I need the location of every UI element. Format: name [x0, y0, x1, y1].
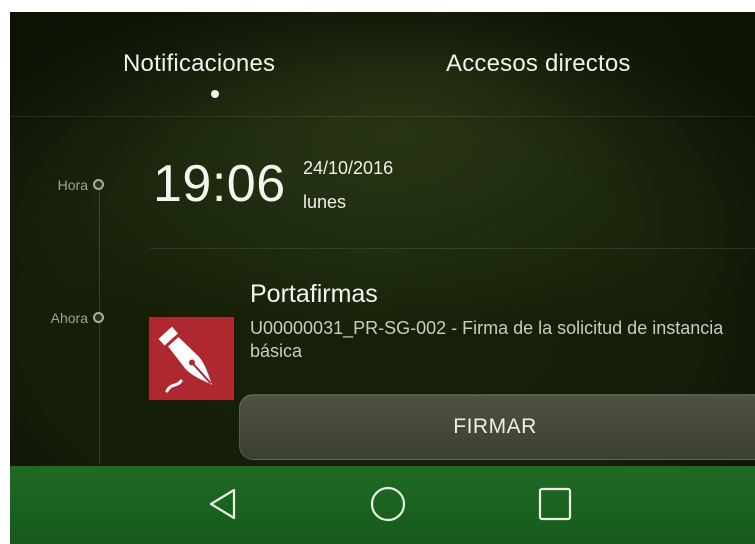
tab-notificaciones[interactable]: Notificaciones	[123, 50, 275, 78]
divider	[10, 116, 755, 117]
timeline-dot	[93, 312, 104, 323]
timeline-line	[99, 190, 100, 465]
active-tab-indicator	[211, 90, 219, 98]
clock-day: lunes	[303, 192, 347, 212]
recent-apps-icon[interactable]	[533, 482, 577, 526]
clock-time: 19:06	[153, 155, 286, 213]
home-icon[interactable]	[366, 482, 410, 526]
timeline-label-hora: Hora	[57, 177, 88, 193]
divider	[150, 248, 755, 249]
fountain-pen-icon[interactable]	[149, 317, 234, 400]
back-icon[interactable]	[201, 482, 245, 526]
firmar-button[interactable]: FIRMAR	[239, 394, 755, 460]
tab-accesos-directos[interactable]: Accesos directos	[446, 50, 631, 78]
firmar-button-label: FIRMAR	[453, 415, 537, 438]
notification-text[interactable]: U00000031_PR-SG-002 - Firma de la solici…	[250, 317, 750, 363]
clock-date: 24/10/2016	[303, 158, 394, 178]
timeline-dot	[93, 179, 104, 190]
timeline-label-ahora: Ahora	[50, 310, 88, 326]
navigation-bar	[10, 466, 755, 544]
lock-screen: Notificaciones Accesos directos Hora Aho…	[10, 12, 755, 544]
notification-app-name: Portafirmas	[250, 280, 378, 308]
